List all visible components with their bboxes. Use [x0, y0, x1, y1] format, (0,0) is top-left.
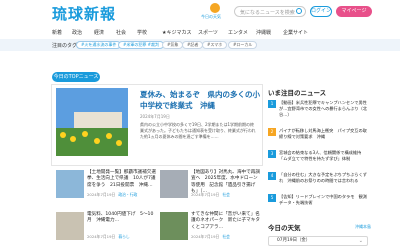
weather-section-title: 今日の天気: [268, 224, 301, 232]
tag-chip[interactable]: #火を通水流の事件: [76, 41, 122, 49]
news-thumbnail[interactable]: [160, 212, 188, 240]
login-button[interactable]: ログイン: [310, 6, 332, 17]
rank-badge: 5: [268, 194, 276, 202]
news-meta: 2024年7月19日 社会: [191, 234, 230, 239]
rank-badge: 3: [268, 150, 276, 158]
news-thumbnail[interactable]: [160, 170, 188, 198]
nav-item[interactable]: ★キジマカス: [162, 29, 191, 36]
search-placeholder: 気になるニュースを検索: [240, 10, 295, 16]
tag-chip[interactable]: #米軍の犯罪 #裁判: [118, 41, 164, 49]
ranking-title[interactable]: 【告知】リードブレインで中国のタラモ 観測データ・先端技術: [279, 194, 367, 206]
news-thumbnail[interactable]: [56, 170, 84, 198]
weather-label: 今日の天気: [201, 14, 221, 19]
nav-item[interactable]: 社会: [116, 29, 126, 36]
tag-chip[interactable]: #記者: [182, 41, 204, 49]
nav-item[interactable]: エンタメ: [228, 29, 248, 36]
sunflower: [60, 132, 66, 138]
sunflower: [70, 136, 76, 142]
nav-item[interactable]: 政治: [72, 29, 82, 36]
date-selector[interactable]: 07月19日（金） ⌄: [268, 236, 368, 246]
news-title[interactable]: 電気料、1040円値下げ 5〜10月 沖縄電力…: [87, 212, 157, 225]
sunflower: [94, 138, 100, 144]
site-header: 琉球新報 今日の天気 気になるニュースを検索 ログイン マイページ: [0, 0, 400, 24]
news-title[interactable]: 【土地開発一覧】那覇市議補欠選挙、生活向上で県議 10人が7議席を争う 21日投…: [87, 170, 157, 189]
rank-badge: 1: [268, 100, 276, 108]
ranking-title[interactable]: パイナが転移し対馬海上衝突 パイプ交互の取締り線で対策要求 沖縄: [279, 128, 367, 140]
sun-icon: [210, 3, 220, 13]
tag-bar: 注目のタグ #火を通水流の事件 #米軍の犯罪 #裁判 #気象 #記者 #スマホ …: [0, 39, 400, 51]
search-icon[interactable]: [296, 8, 302, 14]
chevron-down-icon[interactable]: ⌄: [359, 237, 363, 245]
sidebar-title: いま注目のニュース: [268, 89, 327, 97]
nav-item[interactable]: 学校: [137, 29, 147, 36]
ranking-title[interactable]: 「自分の住む」大きな予定をぷちプちぶらくずれ 沖縄前のお祭りのの時間では言われる: [279, 172, 367, 184]
nav-item[interactable]: 新着: [52, 29, 62, 36]
mypage-button[interactable]: マイページ: [336, 6, 372, 17]
news-meta: 2024年7月19日 政治・行政: [87, 192, 138, 197]
sunflower: [106, 133, 112, 139]
nav-item[interactable]: 沖縄戦: [256, 29, 271, 36]
news-meta: 2024年7月19日 社会: [191, 192, 230, 197]
news-thumbnail[interactable]: [56, 212, 84, 240]
ranking-title[interactable]: 宮城会の結束なる3人、信頼関係で構成維持「ムダ立てで特性を持たず学び」体制: [279, 150, 367, 162]
nav-item[interactable]: 経済: [94, 29, 104, 36]
nav-item[interactable]: スポーツ: [198, 29, 218, 36]
search-input[interactable]: 気になるニュースを検索: [234, 6, 306, 17]
top-date: 2024年7月19日: [140, 114, 170, 119]
rank-badge: 2: [268, 128, 276, 136]
top-news-photo[interactable]: [56, 88, 128, 156]
site-logo[interactable]: 琉球新報: [52, 3, 116, 24]
rank-badge: 4: [268, 172, 276, 180]
ranking-title[interactable]: 【動画】米兵性犯罪でキャンプハンセンで男性が…宜野湾市での女性への暴行まらんぶり…: [279, 100, 367, 118]
sunflower: [116, 140, 122, 146]
date-value: 07月19日（金）: [277, 238, 311, 243]
weather-widget[interactable]: 今日の天気: [201, 2, 225, 22]
tag-bar-lead: 注目のタグ: [52, 43, 78, 49]
sunflower: [82, 131, 88, 137]
nav-item[interactable]: 企業サイト: [283, 29, 308, 36]
weather-region-link[interactable]: 沖縄本島: [355, 224, 371, 230]
top-headline[interactable]: 夏休み、始まるぞ 県内の多くの小中学校で終業式 沖縄: [140, 89, 262, 111]
tag-chip[interactable]: #スマホ: [202, 41, 228, 49]
top-summary: 県内の公立小中学校の多くで19日、2学期または1学期前期の終業式があった。子ども…: [140, 122, 256, 139]
main-nav: 新着 政治 経済 社会 学校 ★キジマカス スポーツ エンタメ 沖縄戦 企業サイ…: [0, 26, 400, 39]
news-meta: 2024年7月19日 暮らし: [87, 234, 130, 239]
tag-chip[interactable]: #気象: [162, 41, 184, 49]
tag-chip[interactable]: #ローカル: [228, 41, 258, 49]
news-title[interactable]: すてきな仲間に「音がい来て」名護のネオパーク 新たに子マキタくとコプアラ…: [191, 212, 261, 231]
section-label: 今日のTOPニュース: [52, 72, 100, 82]
